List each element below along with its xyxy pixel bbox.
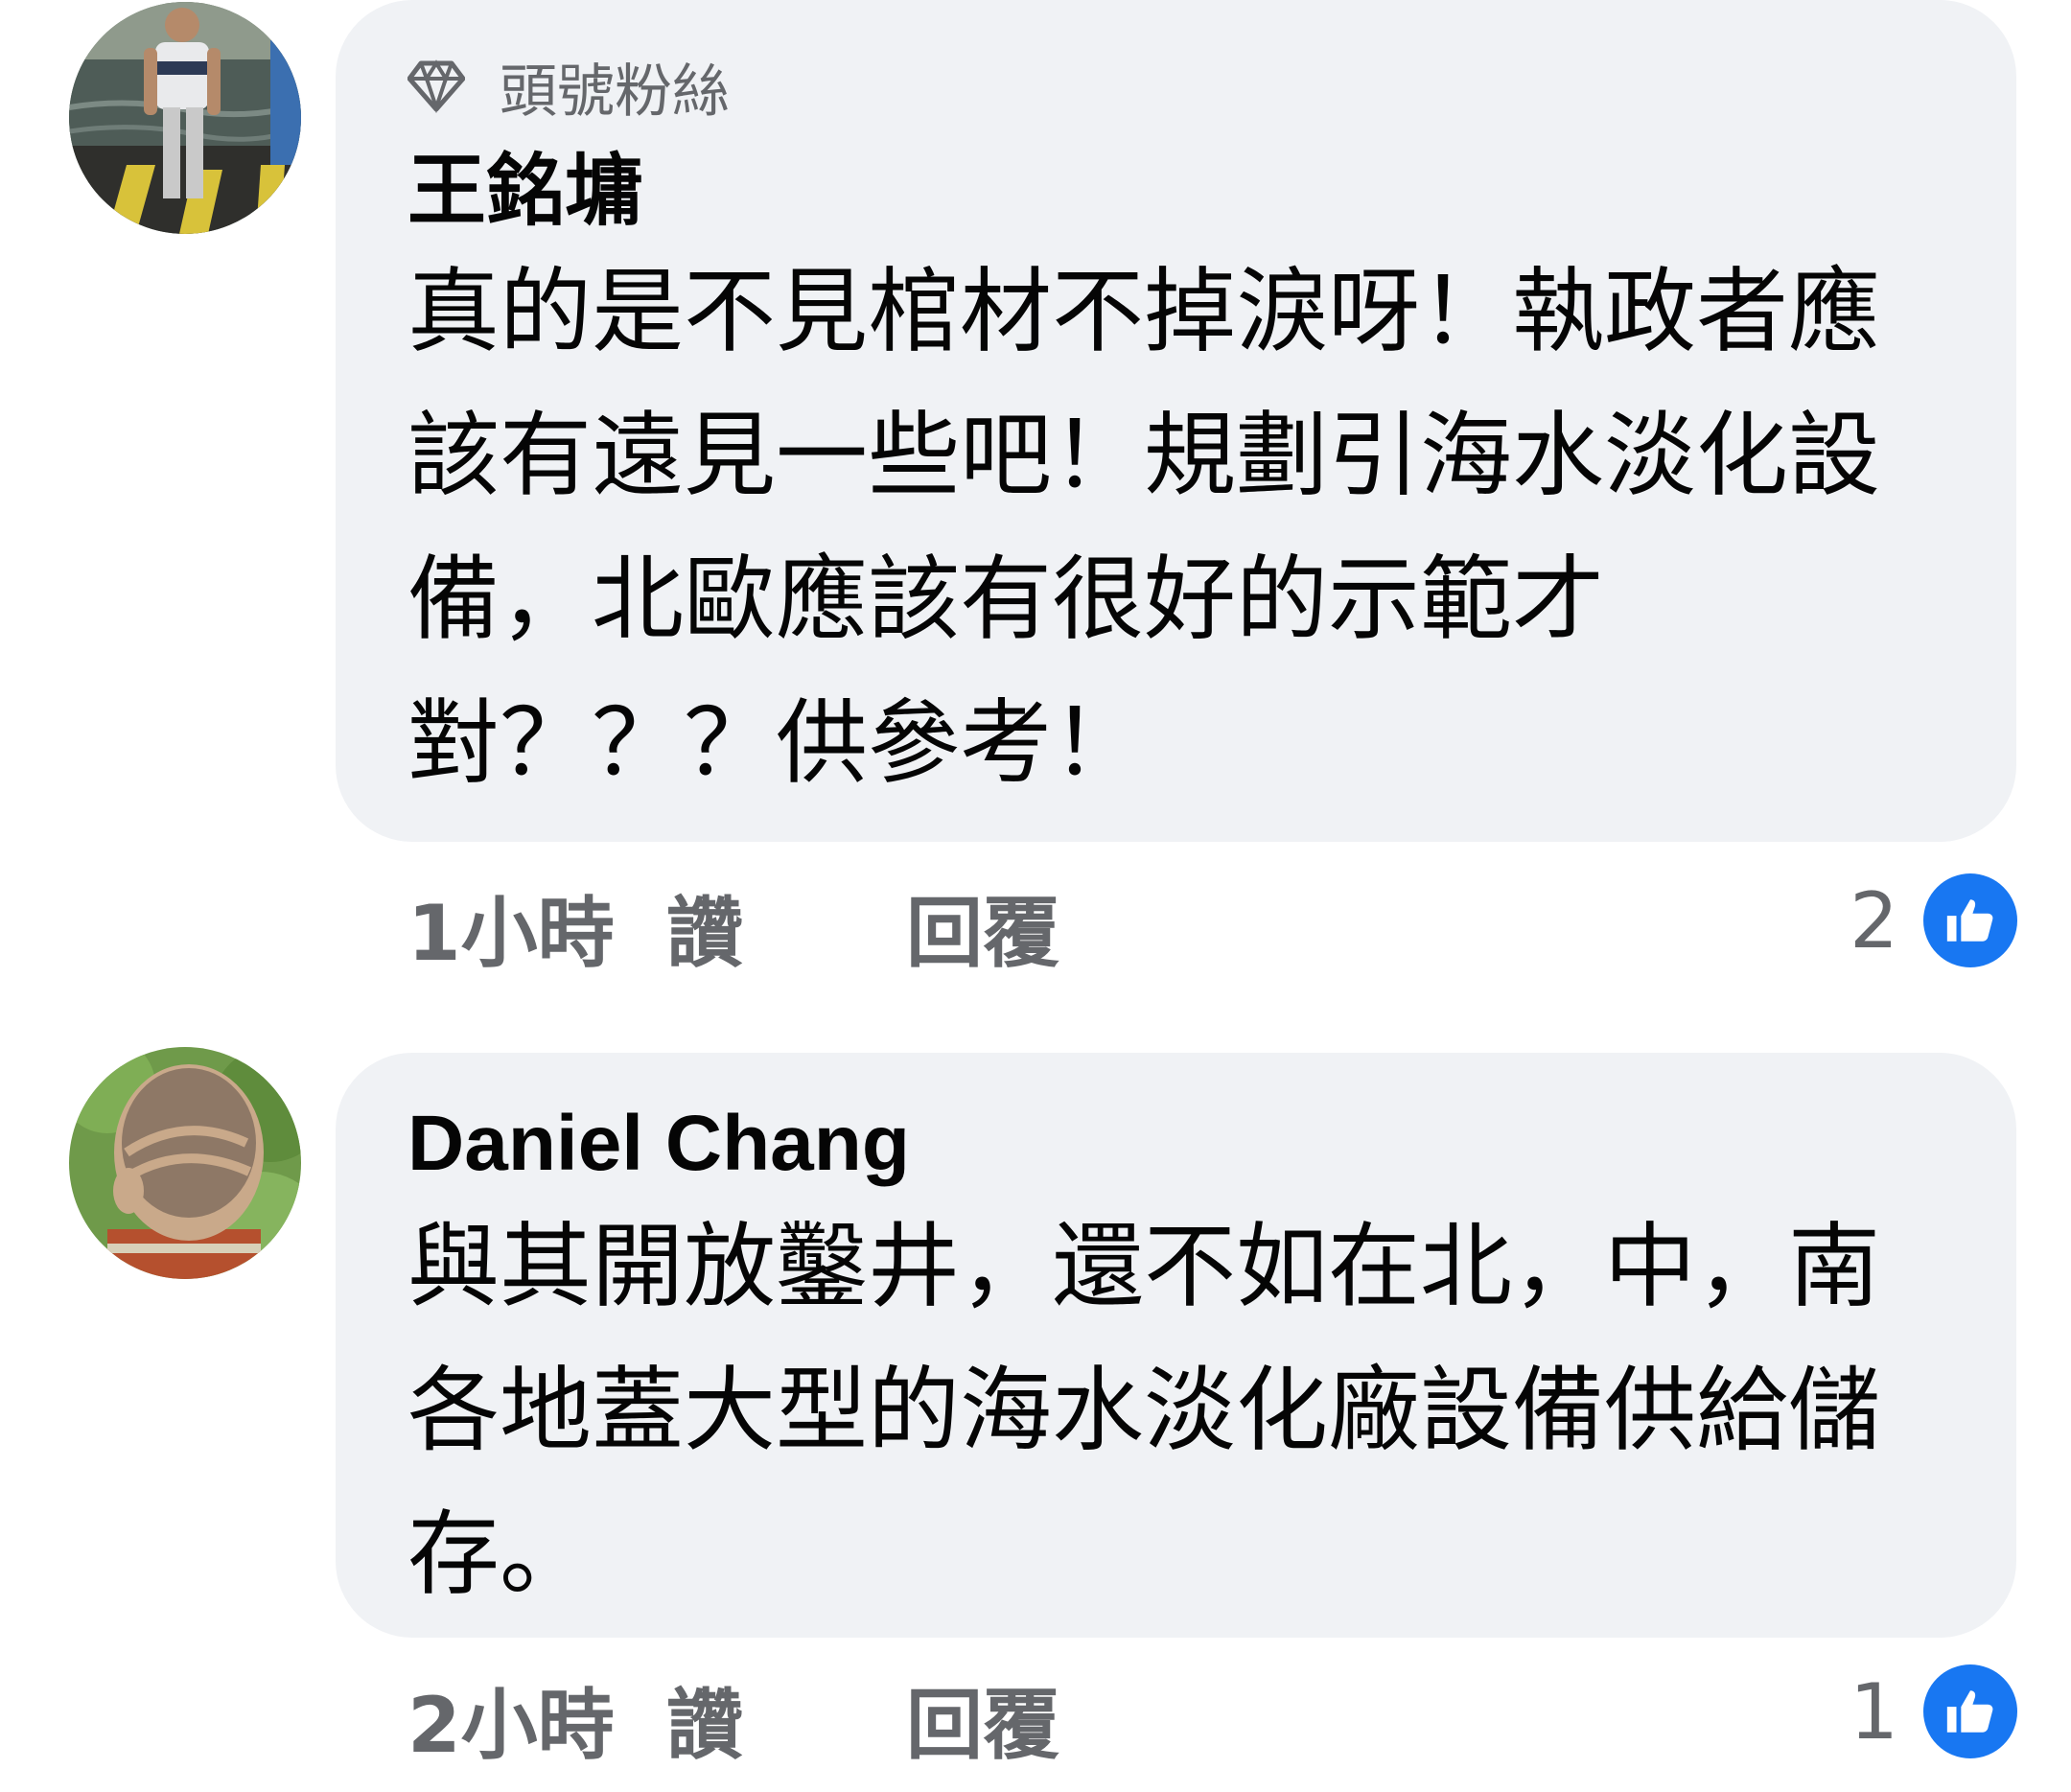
reaction-summary[interactable]: 2 [1850, 868, 2017, 973]
reaction-summary[interactable]: 1 [1850, 1659, 2017, 1764]
reply-button[interactable]: 回覆 [906, 872, 1098, 983]
top-fan-badge[interactable]: 頭號粉絲 [407, 46, 730, 127]
comment-text: 真的是不見棺材不掉淚呀！執政者應該有遠見一些吧！規劃引海水淡化設備，北歐應該有很… [407, 258, 1880, 797]
diamond-icon [407, 59, 465, 113]
comment-bubble: 頭號粉絲 王銘墉 真的是不見棺材不掉淚呀！執政者應該有遠見一些吧！規劃引海水淡化… [336, 0, 2016, 842]
avatar-photo [69, 2, 301, 234]
reply-button[interactable]: 回覆 [906, 1664, 1098, 1775]
like-button[interactable]: 讚 [666, 872, 858, 983]
reaction-count: 1 [1850, 1666, 1898, 1757]
comment-actions: 1小時 讚 回覆 [407, 874, 1146, 980]
thumbs-up-icon [1923, 873, 2017, 967]
reaction-count: 2 [1850, 875, 1898, 966]
author-name[interactable]: Daniel Chang [407, 1096, 910, 1192]
avatar[interactable] [69, 1047, 301, 1279]
comment-text: 與其開放鑿井，還不如在北，中，南各地蓋大型的海水淡化廠設備供給儲存。 [407, 1213, 1880, 1608]
comment-bubble: Daniel Chang 與其開放鑿井，還不如在北，中，南各地蓋大型的海水淡化廠… [336, 1053, 2016, 1638]
thumbs-up-icon [1923, 1664, 2017, 1758]
avatar[interactable] [69, 2, 301, 234]
badge-label: 頭號粉絲 [500, 58, 730, 126]
avatar-photo [69, 1047, 301, 1279]
timestamp[interactable]: 2小時 [407, 1664, 647, 1775]
comment-actions: 2小時 讚 回覆 [407, 1666, 1146, 1772]
timestamp[interactable]: 1小時 [407, 872, 647, 983]
like-button[interactable]: 讚 [666, 1664, 858, 1775]
author-name[interactable]: 王銘墉 [407, 144, 643, 240]
